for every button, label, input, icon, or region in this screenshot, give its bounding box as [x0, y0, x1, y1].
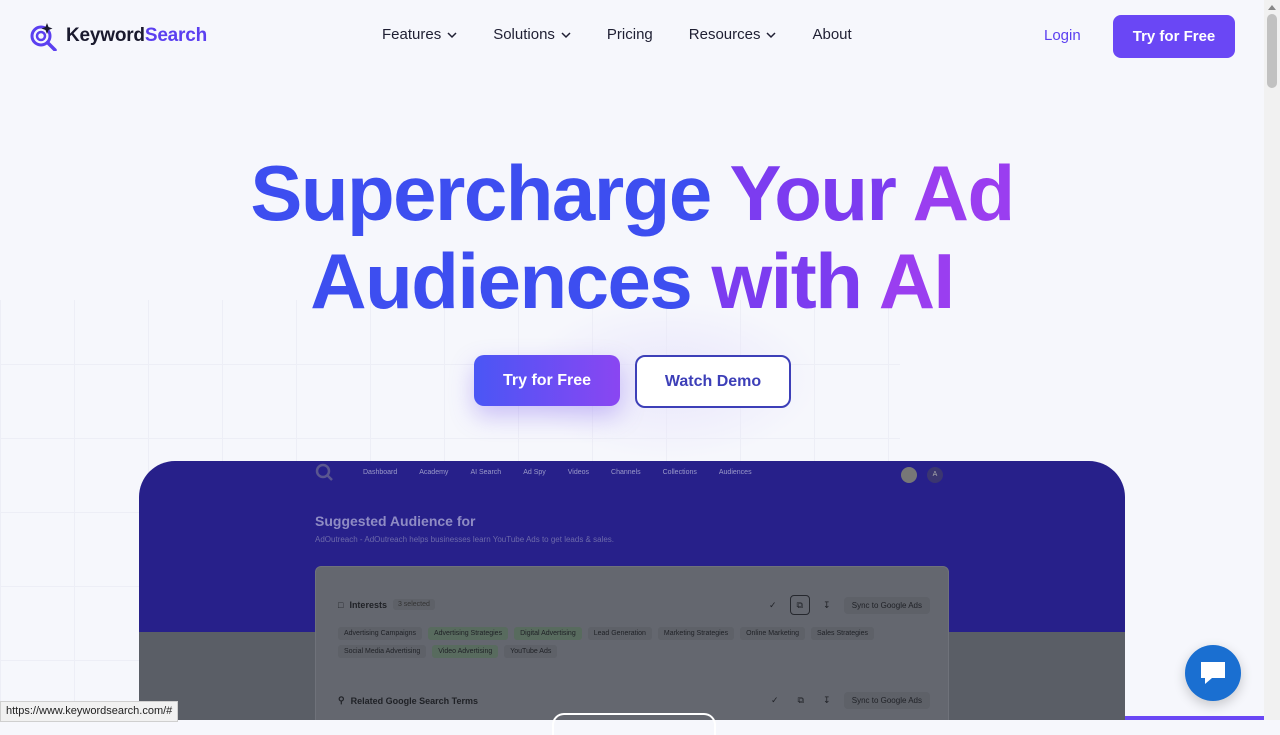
chevron-down-icon [447, 31, 457, 38]
preview-bottom-button[interactable] [552, 713, 716, 735]
chevron-down-icon [766, 31, 777, 38]
hero-word: Supercharge [250, 149, 712, 237]
interest-chip[interactable]: Sales Strategies [811, 627, 874, 640]
interest-chips: Advertising Campaigns Advertising Strate… [338, 627, 918, 658]
logo-magnifier-icon [30, 23, 57, 51]
menu-label: Pricing [606, 26, 653, 43]
related-terms-label: Related Google Search Terms [350, 695, 478, 706]
main-menu: Features Solutions Pricing Resources Abo… [382, 26, 852, 43]
try-for-free-hero-button[interactable]: Try for Free [474, 355, 620, 406]
app-nav: Dashboard Academy AI Search Ad Spy Video… [363, 469, 752, 476]
app-nav-item[interactable]: Collections [663, 469, 697, 476]
menu-label: About [812, 26, 852, 43]
app-nav-item[interactable]: Dashboard [363, 469, 397, 476]
interest-chip[interactable]: Online Marketing [740, 627, 805, 640]
interests-header: □ Interests 3 selected [338, 599, 435, 610]
chat-bubble-icon [1201, 662, 1225, 684]
interest-chip[interactable]: Advertising Strategies [427, 627, 509, 640]
hero-word: AI [878, 237, 956, 325]
app-preview: Dashboard Academy AI Search Ad Spy Video… [139, 461, 1125, 720]
check-icon[interactable]: ✓ [764, 596, 782, 614]
interest-chip[interactable]: YouTube Ads [504, 645, 558, 658]
menu-item-pricing[interactable]: Pricing [607, 26, 653, 43]
chevron-down-icon [561, 31, 571, 38]
menu-item-resources[interactable]: Resources [689, 26, 777, 43]
lock-icon: □ [338, 599, 344, 610]
scroll-up-icon[interactable] [1268, 5, 1276, 10]
brand-logo[interactable]: KeywordSearch [28, 21, 207, 51]
sync-google-ads-button[interactable]: Sync to Google Ads [843, 596, 930, 614]
preview-title: Suggested Audience for [315, 513, 476, 529]
sync-google-ads-button[interactable]: Sync to Google Ads [843, 691, 930, 709]
menu-label: Features [382, 26, 442, 43]
app-nav-item[interactable]: Channels [611, 469, 641, 476]
login-link[interactable]: Login [1044, 27, 1081, 44]
app-nav-item[interactable]: Academy [419, 469, 448, 476]
menu-item-solutions[interactable]: Solutions [493, 26, 571, 43]
interests-tools: ✓ ⧉ ↧ Sync to Google Ads [764, 595, 930, 615]
menu-label: Solutions [493, 26, 555, 43]
menu-item-about[interactable]: About [812, 26, 851, 43]
interest-chip[interactable]: Social Media Advertising [338, 645, 427, 658]
brand-name-part2: Search [144, 25, 208, 46]
preview-subtitle: AdOutreach - AdOutreach helps businesses… [315, 535, 615, 544]
download-icon[interactable]: ↧ [818, 596, 836, 614]
copy-icon[interactable]: ⧉ [792, 691, 810, 709]
hero-word: Your [729, 149, 896, 237]
app-nav-item[interactable]: Audiences [719, 469, 752, 476]
selected-badge: 3 selected [392, 599, 435, 610]
chat-button[interactable] [1185, 645, 1241, 701]
interest-chip[interactable]: Lead Generation [587, 627, 652, 640]
interests-label: Interests [349, 599, 387, 610]
menu-label: Resources [688, 26, 761, 43]
audience-card: □ Interests 3 selected ✓ ⧉ ↧ Sync to Goo… [315, 566, 949, 720]
hero-headline-line1: Supercharge Your Ad [0, 150, 1264, 236]
try-for-free-nav-button[interactable]: Try for Free [1113, 15, 1235, 58]
check-icon[interactable]: ✓ [766, 691, 784, 709]
interest-chip[interactable]: Marketing Strategies [657, 627, 735, 640]
top-navigation: KeywordSearch Features Solutions Pricing… [0, 0, 1264, 72]
interest-chip[interactable]: Advertising Campaigns [338, 627, 422, 640]
download-icon[interactable]: ↧ [818, 691, 836, 709]
watch-demo-button[interactable]: Watch Demo [635, 355, 791, 408]
interest-chip[interactable]: Video Advertising [432, 645, 499, 658]
menu-item-features[interactable]: Features [382, 26, 457, 43]
avatar[interactable]: A [927, 467, 943, 483]
related-terms-header: ⚲ Related Google Search Terms [338, 695, 478, 706]
scrollbar[interactable] [1264, 0, 1280, 720]
hero-headline-line2: Audiences with AI [0, 238, 1264, 324]
app-logo-icon [315, 463, 333, 481]
search-icon: ⚲ [338, 695, 345, 705]
hero-word: with [711, 237, 862, 325]
brand-name: KeywordSearch [66, 25, 207, 47]
related-terms-tools: ✓ ⧉ ↧ Sync to Google Ads [766, 691, 930, 709]
app-nav-item[interactable]: AI Search [470, 469, 501, 476]
status-bar-url: https://www.keywordsearch.com/# [0, 701, 179, 722]
hero-word: Ad [912, 149, 1015, 237]
interest-chip[interactable]: Digital Advertising [514, 627, 582, 640]
brand-name-part1: Keyword [66, 25, 145, 46]
scroll-thumb[interactable] [1267, 14, 1277, 88]
copy-icon[interactable]: ⧉ [789, 595, 810, 615]
app-nav-item[interactable]: Ad Spy [523, 469, 546, 476]
accent-strip [1125, 716, 1264, 720]
hero-word: Audiences [310, 237, 692, 325]
flag-icon[interactable] [901, 467, 917, 483]
app-nav-item[interactable]: Videos [568, 469, 589, 476]
